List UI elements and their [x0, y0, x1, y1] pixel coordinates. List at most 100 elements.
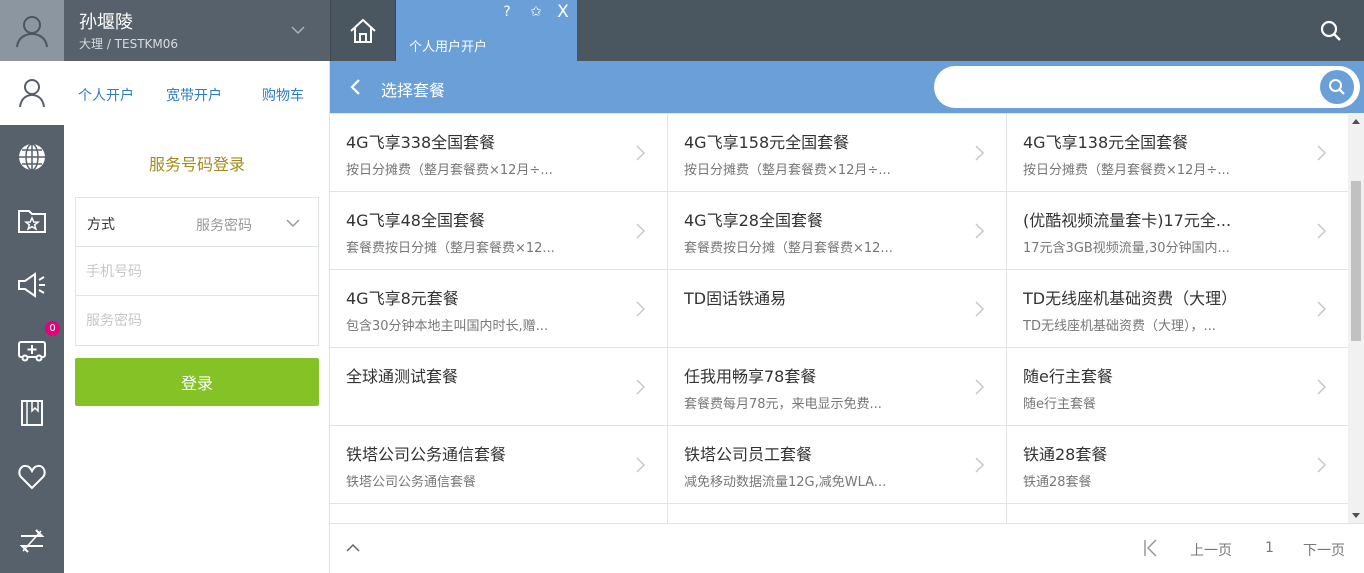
prev-page-button[interactable]: 上一页 — [1190, 540, 1232, 560]
panel-tabs: 个人开户 宽带开户 购物车 — [64, 61, 330, 125]
password-input[interactable] — [86, 306, 306, 336]
chevron-up-icon[interactable] — [344, 539, 362, 557]
chevron-right-icon — [1317, 301, 1327, 317]
plan-search — [934, 66, 1360, 108]
chevron-right-icon — [636, 301, 646, 317]
tab-cart[interactable]: 购物车 — [262, 85, 304, 105]
plan-card[interactable]: 铁通38套餐 — [330, 504, 668, 523]
login-button[interactable]: 登录 — [75, 358, 319, 406]
plan-card[interactable]: 铁通58套餐 — [668, 504, 1007, 523]
notification-badge: 0 — [45, 321, 60, 336]
next-page-button[interactable]: 下一页 — [1303, 540, 1345, 560]
plan-name: 任我用畅享78套餐 — [684, 367, 817, 386]
app-window: 孙堰陵 大理 / TESTKM06 ? ✩ X 个人用户开户 0 个人开户 宽带… — [0, 0, 1364, 573]
plan-name: 4G飞享28全国套餐 — [684, 211, 823, 230]
plan-card[interactable]: 4G飞享138元全国套餐按日分摊费（整月套餐费×12月÷... — [1007, 114, 1348, 192]
method-select[interactable]: 方式 服务密码 — [76, 198, 318, 247]
heart-icon[interactable] — [0, 445, 64, 509]
plan-card[interactable]: (优酷视频流量套卡)17元全... 17元含3GB视频流量,30分钟国内... — [1007, 192, 1348, 270]
plan-name: 全球通测试套餐 — [346, 367, 459, 386]
search-input[interactable] — [954, 72, 1314, 102]
first-page-icon[interactable] — [1142, 538, 1160, 558]
plan-card[interactable]: 随e行主套餐 随e行主套餐 — [1007, 348, 1348, 426]
scroll-thumb[interactable] — [1351, 181, 1361, 341]
chevron-down-icon[interactable] — [288, 20, 308, 40]
plan-card[interactable]: TD无线座机基础资费（大理） TD无线座机基础资费（大理），... — [1007, 270, 1348, 348]
folder-star-icon[interactable] — [0, 189, 64, 253]
rail-user-icon[interactable] — [0, 61, 64, 125]
plan-card[interactable]: 铁通28套餐 铁通28套餐 — [1007, 426, 1348, 504]
switch-icon[interactable] — [0, 509, 64, 573]
tab-label: 个人用户开户 — [409, 40, 488, 55]
plan-card[interactable]: 4G飞享158元全国套餐按日分摊费（整月套餐费×12月÷... — [668, 114, 1007, 192]
home-icon — [350, 18, 376, 43]
plan-name: TD固话铁通易 — [684, 289, 787, 308]
plan-name: 4G飞享138元全国套餐 — [1023, 133, 1189, 152]
top-bar: 孙堰陵 大理 / TESTKM06 ? ✩ X 个人用户开户 — [0, 0, 1364, 61]
icon-rail: 0 — [0, 61, 64, 573]
plan-desc: 铁塔公司公务通信套餐 — [346, 475, 477, 490]
plan-name: 铁塔公司员工套餐 — [684, 445, 813, 464]
user-location-id: 大理 / TESTKM06 — [79, 37, 179, 51]
chevron-right-icon — [975, 379, 985, 395]
plan-name: 4G飞享48全国套餐 — [346, 211, 485, 230]
chevron-right-icon — [1317, 379, 1327, 395]
plan-name: 铁通28套餐 — [1023, 445, 1108, 464]
megaphone-icon[interactable] — [0, 253, 64, 317]
plan-card[interactable]: 铁塔公司员工套餐 减免移动数据流量12G,减免WLA... — [668, 426, 1007, 504]
help-icon[interactable]: ? — [497, 3, 517, 21]
chevron-right-icon — [636, 145, 646, 161]
search-icon[interactable] — [1316, 16, 1346, 46]
plan-card[interactable]: 4G飞享338全国套餐按日分摊费（整月套餐费×12月÷... — [330, 114, 668, 192]
plan-card[interactable]: 4G飞享48全国套餐 套餐费按日分摊（整月套餐费×12... — [330, 192, 668, 270]
back-icon[interactable] — [346, 77, 366, 97]
plan-card[interactable]: 铁通88套餐 — [1007, 504, 1348, 523]
chevron-right-icon — [1317, 457, 1327, 473]
plan-name: 4G飞享158元全国套餐 — [684, 133, 850, 152]
chevron-right-icon — [1317, 145, 1327, 161]
scrollbar[interactable] — [1348, 113, 1364, 523]
plan-desc: 包含30分钟本地主叫国内时长,赠... — [346, 319, 549, 334]
plan-name: 4G飞享338全国套餐 — [346, 133, 496, 152]
home-button[interactable] — [330, 0, 396, 61]
pin-icon[interactable]: ✩ — [526, 3, 546, 21]
login-title: 服务号码登录 — [148, 155, 245, 174]
plan-card[interactable]: 任我用畅享78套餐套餐费每月78元，来电显示免费... — [668, 348, 1007, 426]
plan-list: 4G飞享338全国套餐 按日分摊费（整月套餐费×12月÷... 4G飞享158元全国… — [330, 113, 1348, 523]
login-panel: 个人开户 宽带开户 购物车 服务号码登录 方式 服务密码 登录 — [64, 61, 330, 573]
plan-name: TD无线座机基础资费（大理） — [1023, 289, 1238, 308]
plan-desc: 17元含3GB视频流量,30分钟国内... — [1023, 241, 1230, 256]
search-icon — [1329, 79, 1345, 95]
chevron-right-icon — [975, 457, 985, 473]
scroll-down-icon[interactable] — [1348, 507, 1364, 523]
user-name: 孙堰陵 — [79, 12, 133, 33]
user-switcher[interactable]: 孙堰陵 大理 / TESTKM06 — [0, 0, 330, 61]
tab-personal-open[interactable]: 个人开户 — [78, 85, 134, 105]
plan-desc: 套餐费每月78元，来电显示免费... — [684, 397, 882, 412]
close-icon[interactable]: X — [553, 3, 573, 21]
plan-card[interactable]: 全球通测试套餐 — [330, 348, 668, 426]
plan-card[interactable]: TD固话铁通易 — [668, 270, 1007, 348]
plan-name: (优酷视频流量套卡)17元全... — [1023, 211, 1232, 230]
plan-desc: TD无线座机基础资费（大理），... — [1023, 319, 1216, 334]
tab-broadband-open[interactable]: 宽带开户 — [166, 85, 222, 105]
chevron-right-icon — [975, 301, 985, 317]
phone-input[interactable] — [86, 257, 306, 287]
plan-card[interactable]: 4G飞享8元套餐包含30分钟本地主叫国内时长,赠... — [330, 270, 668, 348]
plan-desc: 随e行主套餐 — [1023, 397, 1096, 412]
globe-icon[interactable] — [0, 125, 64, 189]
plan-desc: 按日分摊费（整月套餐费×12月÷... — [684, 163, 891, 178]
plan-name: 4G飞享8元套餐 — [346, 289, 459, 308]
plan-name: 随e行主套餐 — [1023, 367, 1113, 386]
chevron-right-icon — [636, 457, 646, 473]
book-icon[interactable] — [0, 381, 64, 445]
search-button[interactable] — [1320, 70, 1354, 104]
plan-desc: 铁通28套餐 — [1023, 475, 1092, 490]
tab-personal-account[interactable]: ? ✩ X 个人用户开户 — [396, 0, 577, 61]
plan-card[interactable]: 4G飞享28全国套餐 套餐费按日分摊（整月套餐费×12... — [668, 192, 1007, 270]
plan-card[interactable]: 铁塔公司公务通信套餐 铁塔公司公务通信套餐 — [330, 426, 668, 504]
plan-desc: 按日分摊费（整月套餐费×12月÷... — [346, 163, 553, 178]
chevron-right-icon — [636, 223, 646, 239]
scroll-up-icon[interactable] — [1348, 113, 1364, 129]
plan-desc: 按日分摊费（整月套餐费×12月÷... — [1023, 163, 1230, 178]
